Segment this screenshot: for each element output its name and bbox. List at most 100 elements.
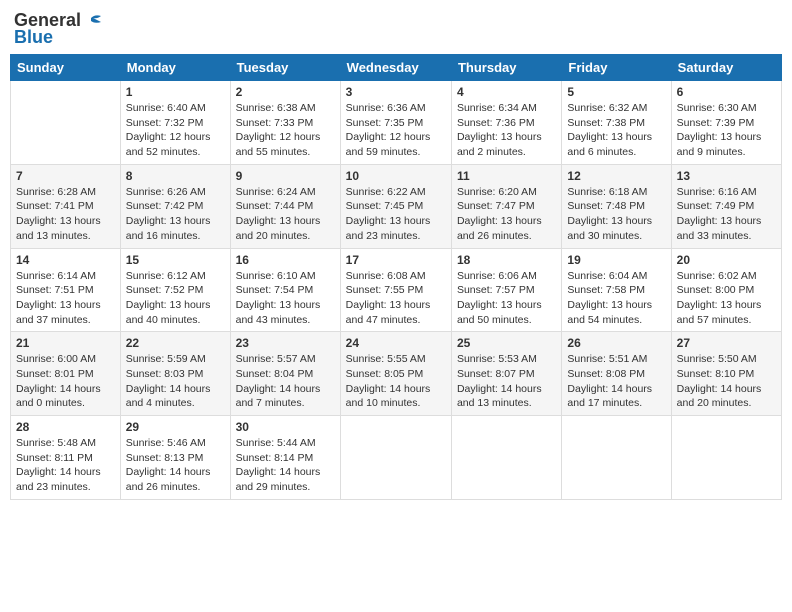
day-number: 28 <box>16 420 115 434</box>
day-info: Sunrise: 6:26 AM Sunset: 7:42 PM Dayligh… <box>126 185 225 244</box>
day-number: 20 <box>677 253 776 267</box>
day-info: Sunrise: 5:46 AM Sunset: 8:13 PM Dayligh… <box>126 436 225 495</box>
calendar-week-row: 1 Sunrise: 6:40 AM Sunset: 7:32 PM Daylig… <box>11 81 782 165</box>
day-info: Sunrise: 5:51 AM Sunset: 8:08 PM Dayligh… <box>567 352 665 411</box>
day-number: 21 <box>16 336 115 350</box>
day-info: Sunrise: 5:50 AM Sunset: 8:10 PM Dayligh… <box>677 352 776 411</box>
day-info: Sunrise: 6:40 AM Sunset: 7:32 PM Dayligh… <box>126 101 225 160</box>
day-number: 13 <box>677 169 776 183</box>
day-number: 8 <box>126 169 225 183</box>
day-info: Sunrise: 5:53 AM Sunset: 8:07 PM Dayligh… <box>457 352 556 411</box>
calendar-header-sunday: Sunday <box>11 55 121 81</box>
calendar-cell: 29Sunrise: 5:46 AM Sunset: 8:13 PM Dayli… <box>120 416 230 500</box>
calendar-week-row: 28 Sunrise: 5:48 AM Sunset: 8:11 PM Dayli… <box>11 416 782 500</box>
day-number: 18 <box>457 253 556 267</box>
calendar-header-monday: Monday <box>120 55 230 81</box>
calendar-cell: 13 Sunrise: 6:16 AM Sunset: 7:49 PM Dayli… <box>671 164 781 248</box>
logo-blue: Blue <box>14 27 53 48</box>
day-info: Sunrise: 5:59 AM Sunset: 8:03 PM Dayligh… <box>126 352 225 411</box>
day-info: Sunrise: 6:36 AM Sunset: 7:35 PM Dayligh… <box>346 101 446 160</box>
day-info: Sunrise: 5:44 AM Sunset: 8:14 PM Dayligh… <box>236 436 335 495</box>
day-info: Sunrise: 6:04 AM Sunset: 7:58 PM Dayligh… <box>567 269 665 328</box>
calendar-cell <box>451 416 561 500</box>
calendar-cell: 16Sunrise: 6:10 AM Sunset: 7:54 PM Dayli… <box>230 248 340 332</box>
day-info: Sunrise: 5:55 AM Sunset: 8:05 PM Dayligh… <box>346 352 446 411</box>
day-number: 30 <box>236 420 335 434</box>
calendar-cell: 11 Sunrise: 6:20 AM Sunset: 7:47 PM Dayli… <box>451 164 561 248</box>
calendar-cell: 19 Sunrise: 6:04 AM Sunset: 7:58 PM Dayli… <box>562 248 671 332</box>
calendar-cell: 18 Sunrise: 6:06 AM Sunset: 7:57 PM Dayli… <box>451 248 561 332</box>
day-info: Sunrise: 6:00 AM Sunset: 8:01 PM Dayligh… <box>16 352 115 411</box>
day-info: Sunrise: 6:02 AM Sunset: 8:00 PM Dayligh… <box>677 269 776 328</box>
day-info: Sunrise: 6:08 AM Sunset: 7:55 PM Dayligh… <box>346 269 446 328</box>
day-number: 27 <box>677 336 776 350</box>
day-info: Sunrise: 6:14 AM Sunset: 7:51 PM Dayligh… <box>16 269 115 328</box>
day-info: Sunrise: 6:12 AM Sunset: 7:52 PM Dayligh… <box>126 269 225 328</box>
calendar-header-wednesday: Wednesday <box>340 55 451 81</box>
day-number: 11 <box>457 169 556 183</box>
day-number: 6 <box>677 85 776 99</box>
calendar-cell: 30 Sunrise: 5:44 AM Sunset: 8:14 PM Dayli… <box>230 416 340 500</box>
day-number: 14 <box>16 253 115 267</box>
day-info: Sunrise: 6:06 AM Sunset: 7:57 PM Dayligh… <box>457 269 556 328</box>
logo: General Blue <box>14 10 103 48</box>
day-info: Sunrise: 6:38 AM Sunset: 7:33 PM Dayligh… <box>236 101 335 160</box>
calendar-cell: 9 Sunrise: 6:24 AM Sunset: 7:44 PM Daylig… <box>230 164 340 248</box>
calendar-cell: 17 Sunrise: 6:08 AM Sunset: 7:55 PM Dayli… <box>340 248 451 332</box>
day-info: Sunrise: 6:18 AM Sunset: 7:48 PM Dayligh… <box>567 185 665 244</box>
day-number: 24 <box>346 336 446 350</box>
day-number: 17 <box>346 253 446 267</box>
day-info: Sunrise: 6:28 AM Sunset: 7:41 PM Dayligh… <box>16 185 115 244</box>
day-number: 4 <box>457 85 556 99</box>
calendar-cell: 3 Sunrise: 6:36 AM Sunset: 7:35 PM Daylig… <box>340 81 451 165</box>
calendar-cell: 21 Sunrise: 6:00 AM Sunset: 8:01 PM Dayli… <box>11 332 121 416</box>
day-number: 5 <box>567 85 665 99</box>
day-number: 9 <box>236 169 335 183</box>
calendar-cell <box>11 81 121 165</box>
day-number: 15 <box>126 253 225 267</box>
day-info: Sunrise: 5:57 AM Sunset: 8:04 PM Dayligh… <box>236 352 335 411</box>
calendar-cell: 24 Sunrise: 5:55 AM Sunset: 8:05 PM Dayli… <box>340 332 451 416</box>
calendar-header-tuesday: Tuesday <box>230 55 340 81</box>
calendar-cell: 10Sunrise: 6:22 AM Sunset: 7:45 PM Dayli… <box>340 164 451 248</box>
calendar-table: SundayMondayTuesdayWednesdayThursdayFrid… <box>10 54 782 500</box>
calendar-cell <box>340 416 451 500</box>
calendar-cell: 14 Sunrise: 6:14 AM Sunset: 7:51 PM Dayli… <box>11 248 121 332</box>
calendar-cell: 8 Sunrise: 6:26 AM Sunset: 7:42 PM Daylig… <box>120 164 230 248</box>
calendar-cell: 7Sunrise: 6:28 AM Sunset: 7:41 PM Daylig… <box>11 164 121 248</box>
day-info: Sunrise: 5:48 AM Sunset: 8:11 PM Dayligh… <box>16 436 115 495</box>
day-number: 19 <box>567 253 665 267</box>
logo-bird-icon <box>83 14 103 28</box>
calendar-cell <box>671 416 781 500</box>
calendar-week-row: 21 Sunrise: 6:00 AM Sunset: 8:01 PM Dayli… <box>11 332 782 416</box>
calendar-cell: 20 Sunrise: 6:02 AM Sunset: 8:00 PM Dayli… <box>671 248 781 332</box>
calendar-cell: 4 Sunrise: 6:34 AM Sunset: 7:36 PM Daylig… <box>451 81 561 165</box>
day-number: 26 <box>567 336 665 350</box>
calendar-cell: 23 Sunrise: 5:57 AM Sunset: 8:04 PM Dayli… <box>230 332 340 416</box>
day-info: Sunrise: 6:24 AM Sunset: 7:44 PM Dayligh… <box>236 185 335 244</box>
day-info: Sunrise: 6:20 AM Sunset: 7:47 PM Dayligh… <box>457 185 556 244</box>
day-number: 23 <box>236 336 335 350</box>
calendar-cell: 2Sunrise: 6:38 AM Sunset: 7:33 PM Daylig… <box>230 81 340 165</box>
calendar-cell: 5 Sunrise: 6:32 AM Sunset: 7:38 PM Daylig… <box>562 81 671 165</box>
calendar-cell: 6Sunrise: 6:30 AM Sunset: 7:39 PM Daylig… <box>671 81 781 165</box>
calendar-header-saturday: Saturday <box>671 55 781 81</box>
calendar-week-row: 7Sunrise: 6:28 AM Sunset: 7:41 PM Daylig… <box>11 164 782 248</box>
calendar-cell: 1 Sunrise: 6:40 AM Sunset: 7:32 PM Daylig… <box>120 81 230 165</box>
day-info: Sunrise: 6:34 AM Sunset: 7:36 PM Dayligh… <box>457 101 556 160</box>
calendar-header-thursday: Thursday <box>451 55 561 81</box>
calendar-cell: 27 Sunrise: 5:50 AM Sunset: 8:10 PM Dayli… <box>671 332 781 416</box>
calendar-cell: 15 Sunrise: 6:12 AM Sunset: 7:52 PM Dayli… <box>120 248 230 332</box>
day-info: Sunrise: 6:32 AM Sunset: 7:38 PM Dayligh… <box>567 101 665 160</box>
calendar-cell: 28 Sunrise: 5:48 AM Sunset: 8:11 PM Dayli… <box>11 416 121 500</box>
calendar-cell: 12Sunrise: 6:18 AM Sunset: 7:48 PM Dayli… <box>562 164 671 248</box>
day-number: 22 <box>126 336 225 350</box>
calendar-header-row: SundayMondayTuesdayWednesdayThursdayFrid… <box>11 55 782 81</box>
page-header: General Blue <box>10 10 782 48</box>
day-number: 3 <box>346 85 446 99</box>
day-number: 25 <box>457 336 556 350</box>
calendar-cell: 22 Sunrise: 5:59 AM Sunset: 8:03 PM Dayli… <box>120 332 230 416</box>
calendar-cell <box>562 416 671 500</box>
day-info: Sunrise: 6:16 AM Sunset: 7:49 PM Dayligh… <box>677 185 776 244</box>
day-number: 1 <box>126 85 225 99</box>
